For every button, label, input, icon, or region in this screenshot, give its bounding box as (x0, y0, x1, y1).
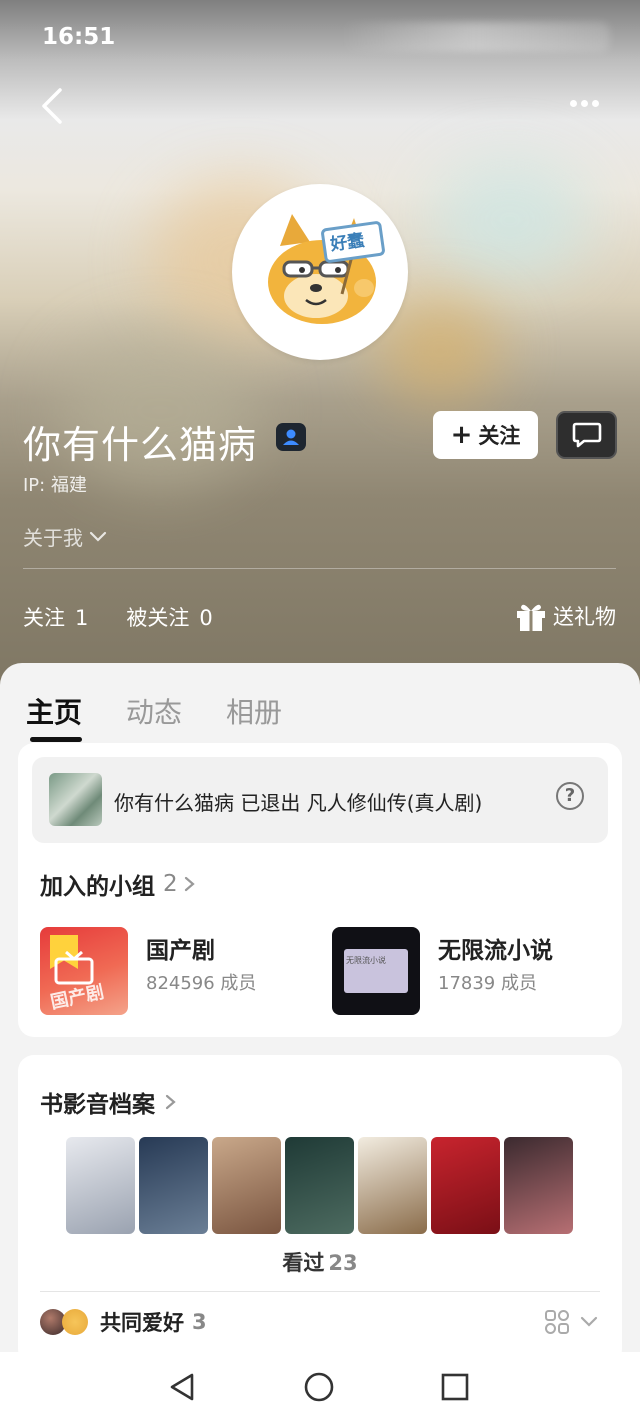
follow-label: 关注 (478, 424, 521, 448)
movie-poster-5[interactable] (358, 1137, 427, 1234)
group-item[interactable]: 无限流小说 无限流小说 17839 成员 (332, 927, 602, 1017)
common-hobbies-label: 共同爱好 (100, 1311, 184, 1335)
group-name: 国产剧 (146, 938, 215, 964)
verified-user-icon[interactable] (276, 423, 306, 451)
follow-button[interactable]: + 关注 (433, 411, 538, 459)
about-me-toggle[interactable]: 关于我 (23, 522, 109, 551)
shiba-avatar-icon (268, 214, 385, 324)
home-card: 你有什么猫病 已退出 凡人修仙传(真人剧) ? 加入的小组 2 国产剧 国产剧 … (18, 743, 622, 1037)
common-hobbies-count: 3 (192, 1310, 207, 1334)
gift-icon (517, 604, 545, 631)
tab-home[interactable]: 主页 (26, 691, 82, 731)
group-member-count: 17839 成员 (438, 973, 537, 994)
tab-activity[interactable]: 动态 (126, 691, 182, 731)
media-archive-header[interactable]: 书影音档案 (40, 1085, 179, 1119)
more-dot-icon (592, 100, 599, 107)
followers-label: 被关注 (126, 606, 190, 630)
watched-count: 23 (328, 1251, 358, 1275)
avatar (62, 1309, 88, 1335)
message-button[interactable] (556, 411, 617, 459)
movie-poster-1[interactable] (66, 1137, 135, 1234)
movie-poster-3[interactable] (212, 1137, 281, 1234)
joined-groups-count: 2 (163, 871, 178, 897)
group-cover-text: 无限流小说 (346, 956, 386, 965)
followers-stat[interactable]: 被关注 0 (126, 602, 212, 632)
active-tab-indicator (30, 737, 82, 742)
joined-groups-title: 加入的小组 (40, 874, 155, 900)
profile-tabs: 主页 动态 相册 (26, 691, 326, 731)
profile-name: 你有什么猫病 (23, 423, 258, 467)
header-bg-blob (380, 300, 500, 400)
back-arrow-icon (42, 88, 62, 124)
chat-bubble-icon (572, 422, 601, 448)
group-cover-image: 国产剧 (40, 927, 128, 1015)
chevron-down-icon (580, 1316, 598, 1327)
triangle-back-icon (170, 1373, 194, 1401)
movie-poster-7[interactable] (504, 1137, 573, 1234)
chevron-right-icon (165, 1094, 176, 1110)
more-dot-icon (581, 100, 588, 107)
nav-home-button[interactable] (302, 1370, 336, 1404)
movie-poster-2[interactable] (139, 1137, 208, 1234)
following-stat[interactable]: 关注 1 (23, 602, 88, 632)
send-gift-button[interactable]: 送礼物 (513, 598, 616, 634)
avatar-sign-text: 好蠢 (329, 230, 366, 256)
followers-count: 0 (199, 606, 213, 630)
about-me-label: 关于我 (23, 526, 83, 550)
group-name: 无限流小说 (438, 938, 553, 964)
movie-poster-6[interactable] (431, 1137, 500, 1234)
notice-text: 你有什么猫病 已退出 凡人修仙传(真人剧) (114, 791, 483, 815)
group-exit-notice[interactable]: 你有什么猫病 已退出 凡人修仙传(真人剧) ? (32, 757, 608, 843)
common-hobbies-row[interactable]: 共同爱好 3 (40, 1307, 207, 1337)
profile-header: 16:51 好蠢 你有什么猫病 + 关注 IP: 福建 关于我 关注 1 被关注… (0, 0, 640, 700)
ip-location: IP: 福建 (23, 475, 87, 496)
tab-album[interactable]: 相册 (226, 691, 282, 731)
media-archive-title: 书影音档案 (40, 1092, 155, 1118)
square-recents-icon (441, 1373, 469, 1401)
header-bg-blob (430, 160, 590, 280)
group-member-count: 824596 成员 (146, 973, 257, 994)
media-archive-card: 书影音档案 看过 23 共同爱好 3 (18, 1055, 622, 1365)
plus-icon: + (450, 420, 473, 450)
grid-icon (545, 1310, 569, 1334)
joined-groups-header[interactable]: 加入的小组 2 (40, 867, 198, 901)
following-count: 1 (75, 606, 89, 630)
more-button[interactable] (568, 92, 612, 120)
help-icon[interactable]: ? (556, 782, 584, 810)
watched-label: 看过 (282, 1251, 325, 1275)
nav-back-button[interactable] (166, 1370, 200, 1404)
status-icons (340, 22, 610, 52)
header-divider (23, 568, 616, 569)
status-time: 16:51 (42, 24, 116, 50)
back-button[interactable] (34, 84, 74, 128)
follow-stats: 关注 1 被关注 0 (23, 602, 251, 632)
chevron-down-icon (89, 531, 107, 542)
profile-content: 主页 动态 相册 你有什么猫病 已退出 凡人修仙传(真人剧) ? 加入的小组 2 (0, 663, 640, 1365)
card-divider (40, 1291, 600, 1292)
chevron-right-icon (184, 876, 195, 892)
movie-poster-4[interactable] (285, 1137, 354, 1234)
poster-strip (66, 1137, 577, 1234)
group-cover-image: 无限流小说 (332, 927, 420, 1015)
avatar[interactable]: 好蠢 (232, 184, 408, 360)
circle-home-icon (304, 1372, 334, 1402)
hobbies-expand[interactable] (544, 1309, 600, 1335)
watched-summary[interactable]: 看过 23 (18, 1247, 622, 1277)
following-label: 关注 (23, 606, 65, 630)
notice-thumbnail (49, 773, 102, 826)
group-item[interactable]: 国产剧 国产剧 824596 成员 (40, 927, 310, 1017)
more-dot-icon (570, 100, 577, 107)
system-navigation-bar (0, 1352, 640, 1421)
gift-label: 送礼物 (553, 605, 616, 629)
nav-recents-button[interactable] (438, 1370, 472, 1404)
